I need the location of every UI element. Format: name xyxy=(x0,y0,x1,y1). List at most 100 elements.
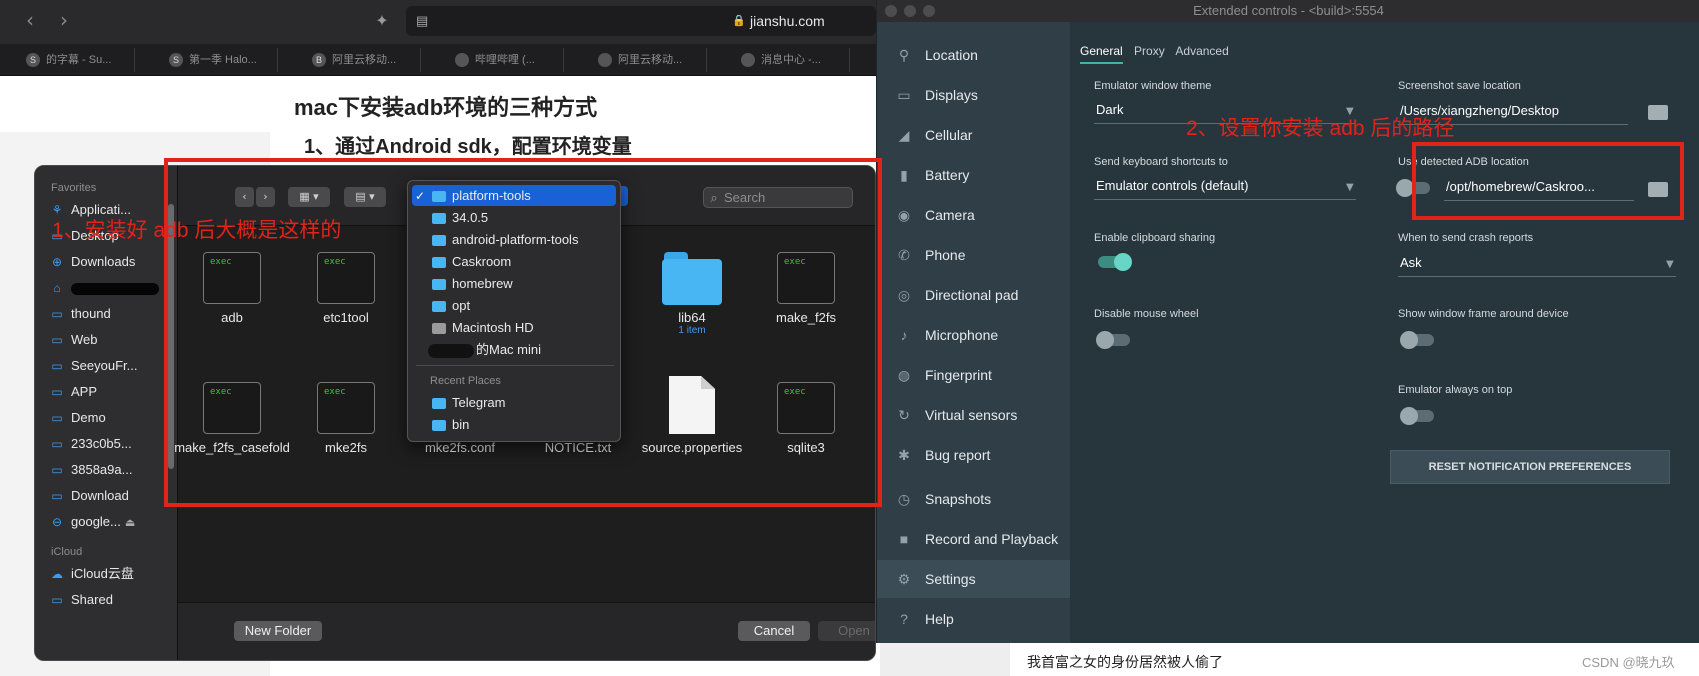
bug-icon: ✱ xyxy=(898,447,910,463)
sidebar-item-download[interactable]: ▭ Download xyxy=(49,485,167,507)
sidebar-item-seeyoufr[interactable]: ▭ SeeyouFr... xyxy=(49,355,167,377)
nav-item-label: Record and Playback xyxy=(925,531,1059,547)
tab-label: 的字幕 - Su... xyxy=(46,54,112,66)
nav-item-settings[interactable]: ⚙ Settings xyxy=(877,560,1070,598)
back-arrow-icon[interactable]: ‹ xyxy=(18,8,42,32)
folder-icon: ▭ xyxy=(51,359,63,373)
crash-reports-select[interactable]: Ask xyxy=(1398,255,1676,277)
folder-icon: ▭ xyxy=(51,437,63,451)
location-pin-icon: ⚲ xyxy=(898,47,910,63)
privacy-shield-icon[interactable]: ✦ xyxy=(372,11,392,31)
sidebar-item-label: APP xyxy=(71,384,98,399)
cloud-icon: ☁ xyxy=(51,567,63,581)
url-text: jianshu.com xyxy=(750,13,825,29)
watermark: CSDN @晓九玖 xyxy=(1582,655,1675,670)
virtual-sensors-icon: ↻ xyxy=(898,407,910,423)
safari-toolbar: ‹ › ✦ ▤ 🔒 jianshu.com xyxy=(0,0,880,44)
sidebar-item-downloads[interactable]: ⊕ Downloads xyxy=(49,251,167,273)
sidebar-item-app[interactable]: ▭ APP xyxy=(49,381,167,403)
nav-item-displays[interactable]: ▭ Displays xyxy=(877,76,1070,114)
nav-item-label: Help xyxy=(925,611,954,627)
address-bar[interactable]: ▤ 🔒 jianshu.com xyxy=(406,6,876,36)
nav-item-bug-report[interactable]: ✱ Bug report xyxy=(877,436,1070,474)
sidebar-item-demo[interactable]: ▭ Demo xyxy=(49,407,167,429)
forward-arrow-icon[interactable]: › xyxy=(52,8,76,32)
window-frame-label: Show window frame around device xyxy=(1398,308,1569,320)
close-window-icon[interactable] xyxy=(885,5,897,17)
browser-tab[interactable]: B 阿里云移动... xyxy=(286,48,421,72)
toggle-knob xyxy=(1400,331,1418,349)
icloud-header: iCloud xyxy=(51,546,83,558)
display-icon: ▭ xyxy=(897,87,911,103)
sidebar-item-label: Web xyxy=(71,332,98,347)
help-icon: ? xyxy=(900,611,908,627)
fingerprint-icon: ◍ xyxy=(897,367,911,383)
nav-item-label: Camera xyxy=(925,207,975,223)
tab-proxy[interactable]: Proxy xyxy=(1134,44,1165,58)
nav-item-virtual-sensors[interactable]: ↻ Virtual sensors xyxy=(877,396,1070,434)
reader-mode-icon[interactable]: ▤ xyxy=(416,6,428,36)
cancel-button[interactable]: Cancel xyxy=(738,621,810,641)
nav-item-battery[interactable]: ▮ Battery xyxy=(877,156,1070,194)
browser-tab[interactable]: S 第一季 Halo... xyxy=(143,48,278,72)
annotation-text-left: 1、安装好 adb 后大概是这样的 xyxy=(52,219,342,242)
nav-item-label: Directional pad xyxy=(925,287,1019,303)
shared-folder-icon: ▭ xyxy=(51,593,63,607)
toggle-knob xyxy=(1096,331,1114,349)
nav-item-phone[interactable]: ✆ Phone xyxy=(877,236,1070,274)
folder-icon: ▭ xyxy=(51,307,63,321)
mousewheel-toggle[interactable] xyxy=(1096,331,1130,349)
nav-item-record-and-playback[interactable]: ■ Record and Playback xyxy=(877,520,1070,558)
nav-item-directional-pad[interactable]: ◎ Directional pad xyxy=(877,276,1070,314)
browser-tab[interactable]: 消息中心 -... xyxy=(715,48,850,72)
shortcuts-select[interactable]: Emulator controls (default) xyxy=(1094,178,1356,200)
nav-item-cellular[interactable]: ◢ Cellular xyxy=(877,116,1070,154)
sidebar-item-web[interactable]: ▭ Web xyxy=(49,329,167,351)
tab-favicon-icon xyxy=(741,53,755,68)
zoom-window-icon[interactable] xyxy=(923,5,935,17)
always-on-top-toggle[interactable] xyxy=(1400,407,1434,425)
sidebar-item-3858a9a[interactable]: ▭ 3858a9a... xyxy=(49,459,167,481)
new-folder-button[interactable]: New Folder xyxy=(234,621,322,641)
minimize-window-icon[interactable] xyxy=(904,5,916,17)
nav-item-fingerprint[interactable]: ◍ Fingerprint xyxy=(877,356,1070,394)
annotation-box-adb-location xyxy=(1412,142,1684,220)
screenshot-location-label: Screenshot save location xyxy=(1398,80,1521,92)
annotation-text-right: 2、设置你安装 adb 后的路径 xyxy=(1186,117,1455,140)
sidebar-item-thound[interactable]: ▭ thound xyxy=(49,303,167,325)
sidebar-item-shared[interactable]: ▭ Shared xyxy=(49,589,167,611)
nav-item-help[interactable]: ? Help xyxy=(877,600,1070,638)
window-frame-toggle[interactable] xyxy=(1400,331,1434,349)
browser-tab[interactable]: S 的字幕 - Su... xyxy=(0,48,135,72)
folder-icon: ▭ xyxy=(51,411,63,425)
sidebar-item-icloud-drive[interactable]: ☁ iCloud云盘 xyxy=(49,563,167,585)
eject-icon[interactable]: ⏏ xyxy=(125,517,135,529)
nav-item-label: Fingerprint xyxy=(925,367,992,383)
open-button[interactable]: Open xyxy=(818,621,875,641)
nav-item-label: Phone xyxy=(925,247,966,263)
tab-favicon-icon: B xyxy=(312,53,326,68)
folder-icon[interactable] xyxy=(1648,105,1668,120)
tab-advanced[interactable]: Advanced xyxy=(1175,44,1228,58)
folder-icon: ▭ xyxy=(51,463,63,477)
tab-general[interactable]: General xyxy=(1080,44,1123,64)
browser-tab[interactable]: 阿里云移动... xyxy=(572,48,707,72)
clipboard-toggle[interactable] xyxy=(1098,253,1132,271)
article-title: mac下安装adb环境的三种方式 xyxy=(294,95,598,120)
sidebar-item-label: Downloads xyxy=(71,254,136,269)
nav-item-microphone[interactable]: ♪ Microphone xyxy=(877,316,1070,354)
tab-favicon-icon: S xyxy=(26,53,40,68)
nav-item-snapshots[interactable]: ◷ Snapshots xyxy=(877,480,1070,518)
recommended-article-link[interactable]: 我首富之女的身份居然被人偷了 xyxy=(1027,652,1223,672)
sidebar-item-label: google... xyxy=(71,514,121,529)
dpad-icon: ◎ xyxy=(897,287,911,303)
reset-notification-preferences-button[interactable]: RESET NOTIFICATION PREFERENCES xyxy=(1390,450,1670,484)
nav-item-label: Location xyxy=(925,47,978,63)
sidebar-item-google[interactable]: ⊖ google... ⏏ xyxy=(49,511,167,533)
sidebar-item-home[interactable]: ⌂ xyxy=(49,277,167,299)
sidebar-item-label: Download xyxy=(71,488,129,503)
sidebar-item-233c0b5[interactable]: ▭ 233c0b5... xyxy=(49,433,167,455)
nav-item-location[interactable]: ⚲ Location xyxy=(877,36,1070,74)
browser-tab[interactable]: 哔哩哔哩 (... xyxy=(429,48,564,72)
nav-item-camera[interactable]: ◉ Camera xyxy=(877,196,1070,234)
